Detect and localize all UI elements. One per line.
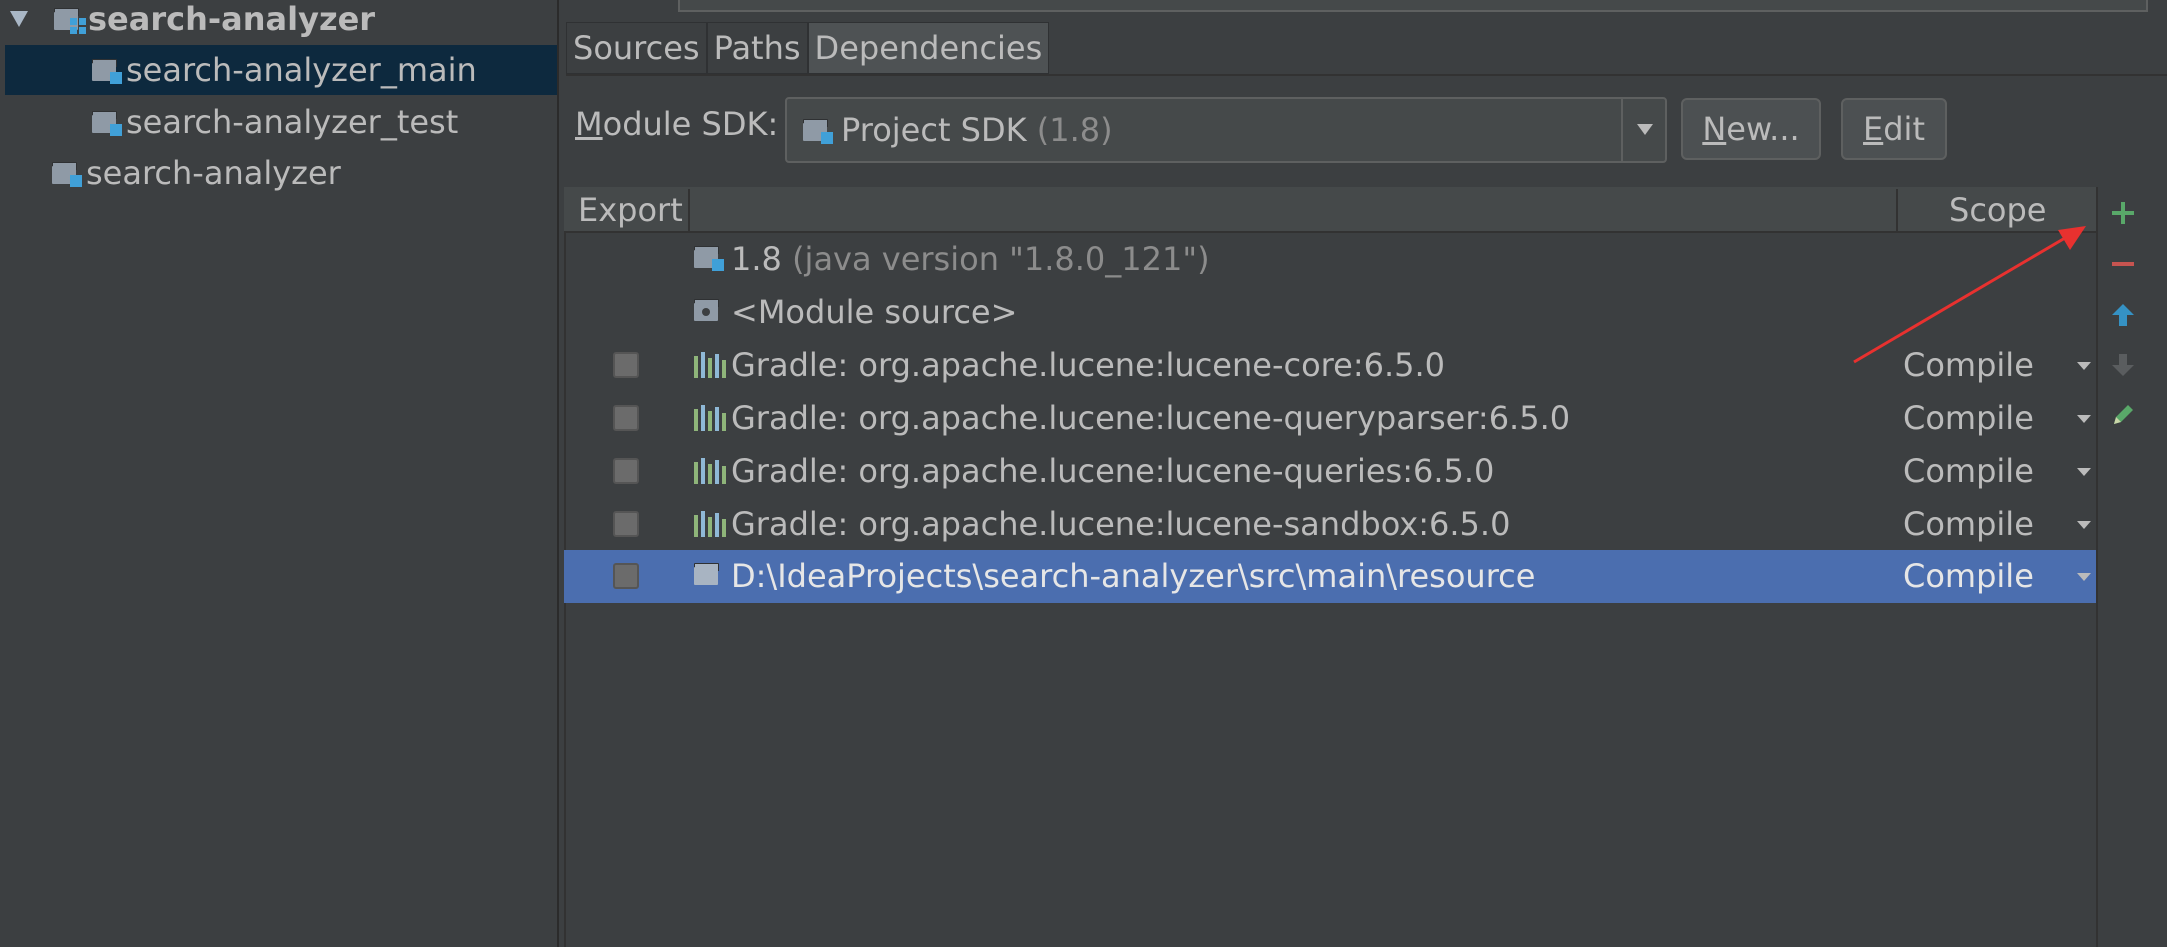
dependency-name: 1.8 (java version "1.8.0_121") (731, 240, 1210, 278)
table-row[interactable]: Gradle: org.apache.lucene:lucene-sandbox… (564, 498, 2096, 551)
dependency-name: Gradle: org.apache.lucene:lucene-querypa… (731, 399, 1571, 437)
module-folder-icon (54, 8, 86, 34)
button-label: dit (1883, 110, 1925, 148)
export-checkbox[interactable] (613, 563, 639, 589)
module-tree: search-analyzer search-analyzer_main sea… (0, 0, 559, 947)
export-checkbox[interactable] (613, 511, 639, 537)
tree-item-label: search-analyzer (88, 0, 376, 38)
chevron-down-icon[interactable] (2077, 415, 2091, 423)
chevron-down-icon[interactable] (2077, 521, 2091, 529)
tab-paths[interactable]: Paths (706, 22, 808, 74)
tab-divider (566, 74, 2167, 76)
dependency-label: 1.8 (731, 240, 782, 278)
chevron-down-icon[interactable] (2077, 573, 2091, 581)
dependency-name: <Module source> (731, 293, 1018, 331)
library-icon (694, 511, 726, 537)
dependency-name: D:\IdeaProjects\search-analyzer\src\main… (731, 557, 1536, 595)
module-name-field[interactable] (678, 0, 2148, 12)
button-label: ew... (1726, 110, 1800, 148)
scope-value[interactable]: Compile (1903, 399, 2034, 437)
dependency-name: Gradle: org.apache.lucene:lucene-core:6.… (731, 346, 1446, 384)
module-sdk-label: Module SDK: (575, 105, 778, 143)
jdk-folder-icon (694, 246, 724, 272)
tree-item-label: search-analyzer_main (126, 51, 477, 89)
expand-arrow-icon[interactable] (10, 11, 28, 27)
label-text: odule SDK: (602, 105, 779, 143)
export-checkbox[interactable] (613, 458, 639, 484)
table-row-selected[interactable]: D:\IdeaProjects\search-analyzer\src\main… (564, 550, 2096, 603)
column-separator (688, 189, 690, 231)
export-checkbox[interactable] (613, 352, 639, 378)
folder-icon (694, 563, 720, 589)
sdk-value: Project SDK (1.8) (841, 111, 1113, 149)
dependency-detail: (java version "1.8.0_121") (792, 240, 1210, 278)
sdk-name: Project SDK (841, 111, 1027, 149)
dependency-name: Gradle: org.apache.lucene:lucene-sandbox… (731, 505, 1511, 543)
mnemonic: M (575, 105, 603, 143)
annotation-arrow-icon (1853, 226, 2086, 364)
tree-item-search-analyzer-root[interactable]: search-analyzer (0, 0, 557, 44)
tree-item-search-analyzer[interactable]: search-analyzer (0, 148, 557, 198)
edit-pencil-icon[interactable] (2108, 400, 2138, 430)
tab-dependencies[interactable]: Dependencies (807, 22, 1050, 74)
table-row[interactable]: Gradle: org.apache.lucene:lucene-querypa… (564, 392, 2096, 445)
module-sdk-dropdown[interactable]: Project SDK (1.8) (785, 97, 1667, 163)
sdk-version: (1.8) (1036, 111, 1113, 149)
tab-sources[interactable]: Sources (566, 22, 707, 74)
table-row[interactable]: Gradle: org.apache.lucene:lucene-queries… (564, 445, 2096, 498)
module-source-icon (694, 299, 720, 325)
mnemonic: N (1702, 110, 1727, 148)
source-folder-icon (92, 59, 122, 84)
tree-item-label: search-analyzer_test (126, 103, 459, 141)
move-up-icon[interactable] (2108, 300, 2138, 330)
scope-value[interactable]: Compile (1903, 557, 2034, 595)
tree-item-search-analyzer-main[interactable]: search-analyzer_main (5, 45, 557, 95)
remove-icon[interactable] (2108, 249, 2138, 279)
tab-label: Dependencies (814, 29, 1043, 67)
library-icon (694, 405, 726, 431)
dropdown-separator (1621, 99, 1623, 161)
library-icon (694, 458, 726, 484)
tab-label: Sources (573, 29, 700, 67)
dependency-name: Gradle: org.apache.lucene:lucene-queries… (731, 452, 1495, 490)
scope-value[interactable]: Compile (1903, 505, 2034, 543)
test-folder-icon (92, 111, 122, 136)
tree-item-search-analyzer-test[interactable]: search-analyzer_test (0, 97, 557, 147)
module-tabs: Sources Paths Dependencies (566, 22, 1050, 74)
scope-value[interactable]: Compile (1903, 452, 2034, 490)
add-icon[interactable] (2108, 198, 2138, 228)
column-header-export[interactable]: Export (578, 191, 683, 229)
mnemonic: E (1863, 110, 1884, 148)
move-down-icon (2108, 350, 2138, 380)
tab-label: Paths (713, 29, 801, 67)
chevron-down-icon[interactable] (2077, 468, 2091, 476)
module-folder-icon (52, 162, 82, 187)
new-sdk-button[interactable]: New... (1681, 98, 1821, 160)
sdk-folder-icon (803, 119, 833, 144)
edit-sdk-button[interactable]: Edit (1841, 98, 1947, 160)
chevron-down-icon[interactable] (1637, 124, 1653, 135)
export-checkbox[interactable] (613, 405, 639, 431)
tree-item-label: search-analyzer (86, 154, 341, 192)
library-icon (694, 352, 726, 378)
